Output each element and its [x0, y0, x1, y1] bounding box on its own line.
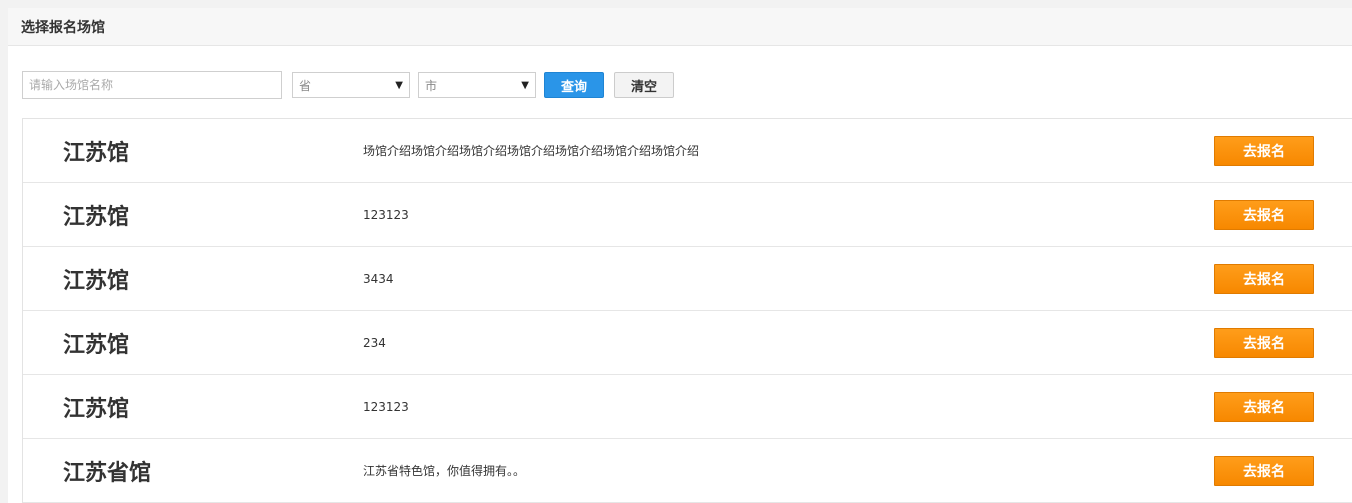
chevron-down-icon: ▼ [395, 79, 403, 91]
filter-bar: 省 ▼ 市 ▼ 查询 清空 [22, 71, 674, 99]
signup-button[interactable]: 去报名 [1214, 455, 1314, 486]
venue-name: 江苏馆 [63, 332, 130, 358]
signup-button[interactable]: 去报名 [1214, 263, 1314, 294]
venue-row: 江苏馆 234 去报名 [23, 311, 1352, 375]
venue-description: 123123 [363, 399, 409, 414]
province-select-value: 省 [299, 78, 312, 93]
venue-description: 123123 [363, 207, 409, 222]
venue-description: 3434 [363, 271, 394, 286]
signup-button[interactable]: 去报名 [1214, 327, 1314, 358]
venue-panel: 选择报名场馆 省 ▼ 市 ▼ 查询 清空 江苏馆 场馆介绍场馆介绍场馆介绍场馆介… [8, 8, 1352, 503]
clear-button[interactable]: 清空 [614, 72, 674, 98]
venue-row: 江苏馆 场馆介绍场馆介绍场馆介绍场馆介绍场馆介绍场馆介绍场馆介绍 去报名 [23, 119, 1352, 183]
province-select[interactable]: 省 ▼ [292, 72, 410, 98]
city-select-value: 市 [425, 78, 438, 93]
city-select[interactable]: 市 ▼ [418, 72, 536, 98]
venue-list: 江苏馆 场馆介绍场馆介绍场馆介绍场馆介绍场馆介绍场馆介绍场馆介绍 去报名 江苏馆… [22, 118, 1352, 503]
signup-button[interactable]: 去报名 [1214, 199, 1314, 230]
page-title: 选择报名场馆 [21, 19, 105, 36]
venue-description: 场馆介绍场馆介绍场馆介绍场馆介绍场馆介绍场馆介绍场馆介绍 [363, 144, 700, 158]
venue-description: 江苏省特色馆，你值得拥有。。 [363, 464, 526, 478]
chevron-down-icon: ▼ [521, 79, 529, 91]
venue-row: 江苏馆 3434 去报名 [23, 247, 1352, 311]
venue-name: 江苏馆 [63, 396, 130, 422]
venue-description: 234 [363, 335, 386, 350]
venue-row: 江苏馆 123123 去报名 [23, 375, 1352, 439]
venue-row: 江苏馆 123123 去报名 [23, 183, 1352, 247]
signup-button[interactable]: 去报名 [1214, 391, 1314, 422]
signup-button[interactable]: 去报名 [1214, 135, 1314, 166]
venue-name-input[interactable] [22, 71, 282, 99]
venue-name: 江苏馆 [63, 140, 130, 166]
venue-name: 江苏馆 [63, 204, 130, 230]
query-button[interactable]: 查询 [544, 72, 604, 98]
panel-header: 选择报名场馆 [8, 8, 1352, 46]
venue-name: 江苏馆 [63, 268, 130, 294]
venue-row: 江苏省馆 江苏省特色馆，你值得拥有。。 去报名 [23, 439, 1352, 503]
venue-name: 江苏省馆 [63, 460, 152, 486]
